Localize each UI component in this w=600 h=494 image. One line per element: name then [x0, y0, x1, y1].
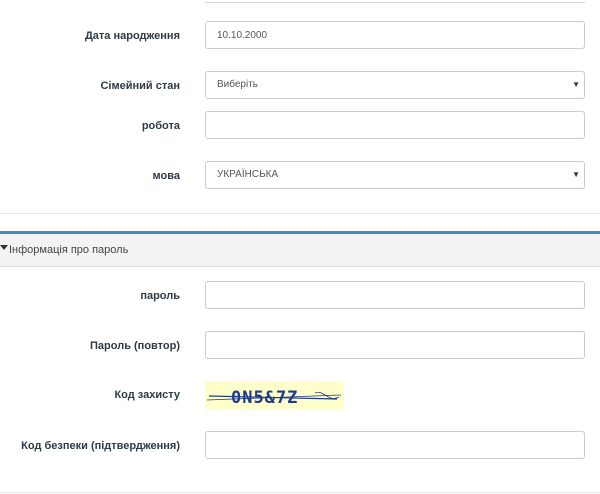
triangle-down-icon: ▼ — [572, 170, 580, 179]
marital-status-select[interactable]: Виберіть ▼ — [205, 71, 585, 99]
password-input[interactable] — [205, 281, 585, 309]
birth-date-row: Дата народження — [0, 21, 600, 51]
captcha-confirm-row: Код безпеки (підтвердження) — [0, 431, 600, 461]
password-section-header[interactable]: Інформація про пароль — [0, 231, 600, 267]
form-bottom-divider — [0, 492, 600, 493]
password-row: пароль — [0, 281, 600, 311]
language-row: мова УКРАЇНСЬКА ▼ — [0, 161, 600, 191]
marital-status-row: Сімейний стан Виберіть ▼ — [0, 71, 600, 101]
work-label: робота — [141, 120, 180, 132]
captcha-confirm-input[interactable] — [205, 431, 585, 459]
caret-down-icon — [0, 245, 8, 250]
captcha-image: 0N5&7Z — [205, 381, 343, 409]
captcha-confirm-label: Код безпеки (підтвердження) — [21, 440, 180, 452]
language-selected: УКРАЇНСЬКА — [217, 169, 279, 180]
birth-date-label: Дата народження — [84, 30, 180, 42]
work-row: робота — [0, 111, 600, 141]
language-label: мова — [152, 170, 180, 182]
section-divider — [0, 213, 600, 214]
triangle-down-icon: ▼ — [572, 80, 580, 89]
marital-status-label: Сімейний стан — [100, 80, 180, 92]
birth-date-input[interactable] — [205, 21, 585, 49]
language-select[interactable]: УКРАЇНСЬКА ▼ — [205, 161, 585, 189]
registration-form: Дата народження Сімейний стан Виберіть ▼… — [0, 0, 600, 494]
password-label: пароль — [140, 290, 180, 302]
previous-field-edge — [205, 0, 585, 3]
password-repeat-label: Пароль (повтор) — [90, 340, 180, 352]
captcha-graphic: 0N5&7Z — [206, 388, 342, 408]
marital-status-selected: Виберіть — [217, 79, 259, 90]
work-input[interactable] — [205, 111, 585, 139]
captcha-row: Код захисту 0N5&7Z — [0, 381, 600, 411]
password-repeat-input[interactable] — [205, 331, 585, 359]
captcha-text: 0N5&7Z — [231, 388, 298, 408]
password-section-title: Інформація про пароль — [9, 244, 129, 256]
password-repeat-row: Пароль (повтор) — [0, 331, 600, 361]
captcha-label: Код захисту — [114, 389, 180, 401]
